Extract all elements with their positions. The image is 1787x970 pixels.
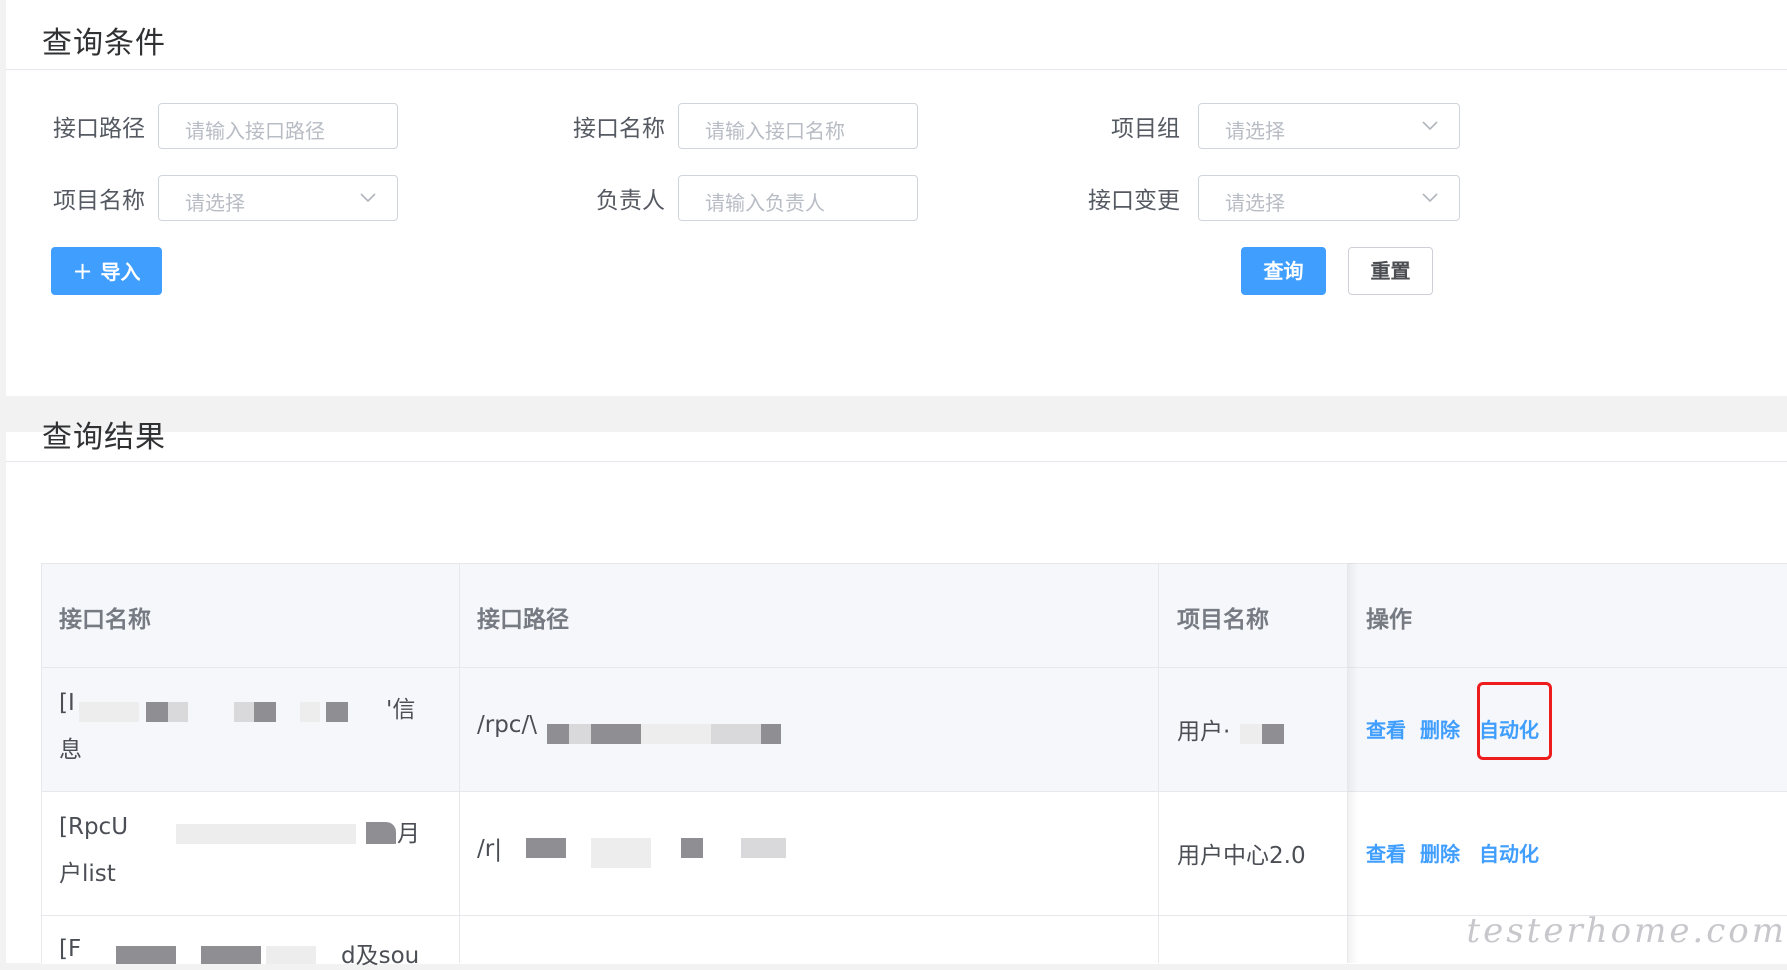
import-button-label: 导入: [100, 260, 141, 284]
api-name-placeholder: 请输入接口名称: [705, 119, 845, 143]
grid-line: [459, 563, 460, 963]
redacted-block: [234, 702, 254, 722]
redacted-block: [366, 822, 396, 844]
table-row: [I '信 息 /rpc/\ 用户· 查看 删除 自动化: [41, 667, 1787, 792]
redacted-block: [168, 702, 188, 722]
redacted-block: [176, 824, 356, 844]
project-group-select[interactable]: 请选择: [1198, 103, 1460, 149]
redacted-block: [591, 838, 651, 868]
redacted-block: [761, 724, 781, 744]
plus-icon: +: [72, 257, 93, 285]
grid-line: [41, 563, 42, 963]
row2-project: 用户中心2.0: [1177, 843, 1306, 869]
redacted-block: [146, 702, 168, 722]
redacted-block: [547, 724, 569, 744]
redacted-block: [569, 724, 591, 744]
table-header: 接口名称 接口路径 项目名称 操作: [41, 563, 1787, 668]
query-button[interactable]: 查询: [1241, 247, 1326, 295]
col-header-actions: 操作: [1366, 607, 1412, 633]
redacted-block: [116, 946, 176, 964]
redacted-block: [1240, 724, 1262, 744]
chevron-down-icon: [1422, 193, 1438, 203]
result-panel-title: 查询结果: [42, 420, 166, 455]
delete-link[interactable]: 删除: [1420, 838, 1460, 867]
query-panel: 查询条件 接口路径 请输入接口路径 接口名称 请输入接口名称 项目组 请选择 项…: [6, 0, 1787, 396]
grid-line: [1158, 563, 1159, 963]
row2-path: /r|: [477, 836, 502, 862]
project-group-placeholder: 请选择: [1225, 119, 1285, 143]
import-button[interactable]: + 导入: [51, 247, 162, 295]
redacted-block: [681, 838, 703, 858]
api-change-label: 接口变更: [1088, 188, 1180, 214]
api-path-placeholder: 请输入接口路径: [185, 119, 325, 143]
row1-name-line2: 息: [59, 737, 82, 763]
redacted-block: [79, 702, 139, 722]
owner-placeholder: 请输入负责人: [705, 191, 825, 215]
view-link[interactable]: 查看: [1366, 838, 1406, 867]
project-name-placeholder: 请选择: [185, 191, 245, 215]
api-path-input[interactable]: 请输入接口路径: [158, 103, 398, 149]
reset-button[interactable]: 重置: [1348, 247, 1433, 295]
highlight-annotation: [1477, 682, 1552, 760]
row2-name-line2: 户list: [59, 861, 116, 887]
query-panel-title: 查询条件: [42, 26, 166, 61]
col-header-project-name: 项目名称: [1177, 607, 1269, 633]
row1-path: /rpc/\: [477, 712, 537, 738]
result-panel-divider: [6, 461, 1787, 462]
api-path-label: 接口路径: [53, 116, 145, 142]
redacted-block: [300, 702, 320, 722]
api-change-placeholder: 请选择: [1225, 191, 1285, 215]
redacted-block: [741, 838, 786, 858]
row2-name-end: 月: [397, 821, 420, 847]
owner-label: 负责人: [596, 188, 665, 214]
delete-link[interactable]: 删除: [1420, 714, 1460, 743]
api-name-input[interactable]: 请输入接口名称: [678, 103, 918, 149]
project-name-label: 项目名称: [53, 188, 145, 214]
chevron-down-icon: [1422, 121, 1438, 131]
watermark: testerhome.com: [1466, 911, 1787, 951]
row3-name-start: [F: [59, 936, 82, 962]
redacted-block: [641, 724, 711, 744]
fixed-column-shadow: [1348, 563, 1358, 963]
redacted-block: [254, 702, 276, 722]
project-name-select[interactable]: 请选择: [158, 175, 398, 221]
project-group-label: 项目组: [1111, 116, 1180, 142]
chevron-down-icon: [360, 193, 376, 203]
view-link[interactable]: 查看: [1366, 714, 1406, 743]
row2-name-start: [RpcU: [59, 814, 129, 840]
col-header-api-path: 接口路径: [477, 607, 569, 633]
redacted-block: [591, 724, 641, 744]
redacted-block: [266, 946, 316, 964]
redacted-block: [711, 724, 761, 744]
api-name-label: 接口名称: [573, 116, 665, 142]
automation-link[interactable]: 自动化: [1479, 838, 1539, 867]
row3-name-end: d及sou: [341, 943, 420, 969]
api-change-select[interactable]: 请选择: [1198, 175, 1460, 221]
row1-name-end: '信: [386, 697, 416, 723]
table-row: [RpcU 月 户list /r| 用户中心2.0 查看 删除 自动化: [41, 791, 1787, 916]
owner-input[interactable]: 请输入负责人: [678, 175, 918, 221]
row1-project: 用户·: [1177, 719, 1231, 745]
redacted-block: [526, 838, 566, 858]
redacted-block: [201, 946, 261, 964]
query-panel-divider: [6, 69, 1787, 70]
redacted-block: [1262, 724, 1284, 744]
col-header-api-name: 接口名称: [59, 607, 151, 633]
results-table: 接口名称 接口路径 项目名称 操作 [I '信 息 /rpc/\ 用户· 查看 …: [41, 563, 1787, 969]
redacted-block: [326, 702, 348, 722]
row1-name-start: [I: [59, 690, 75, 716]
